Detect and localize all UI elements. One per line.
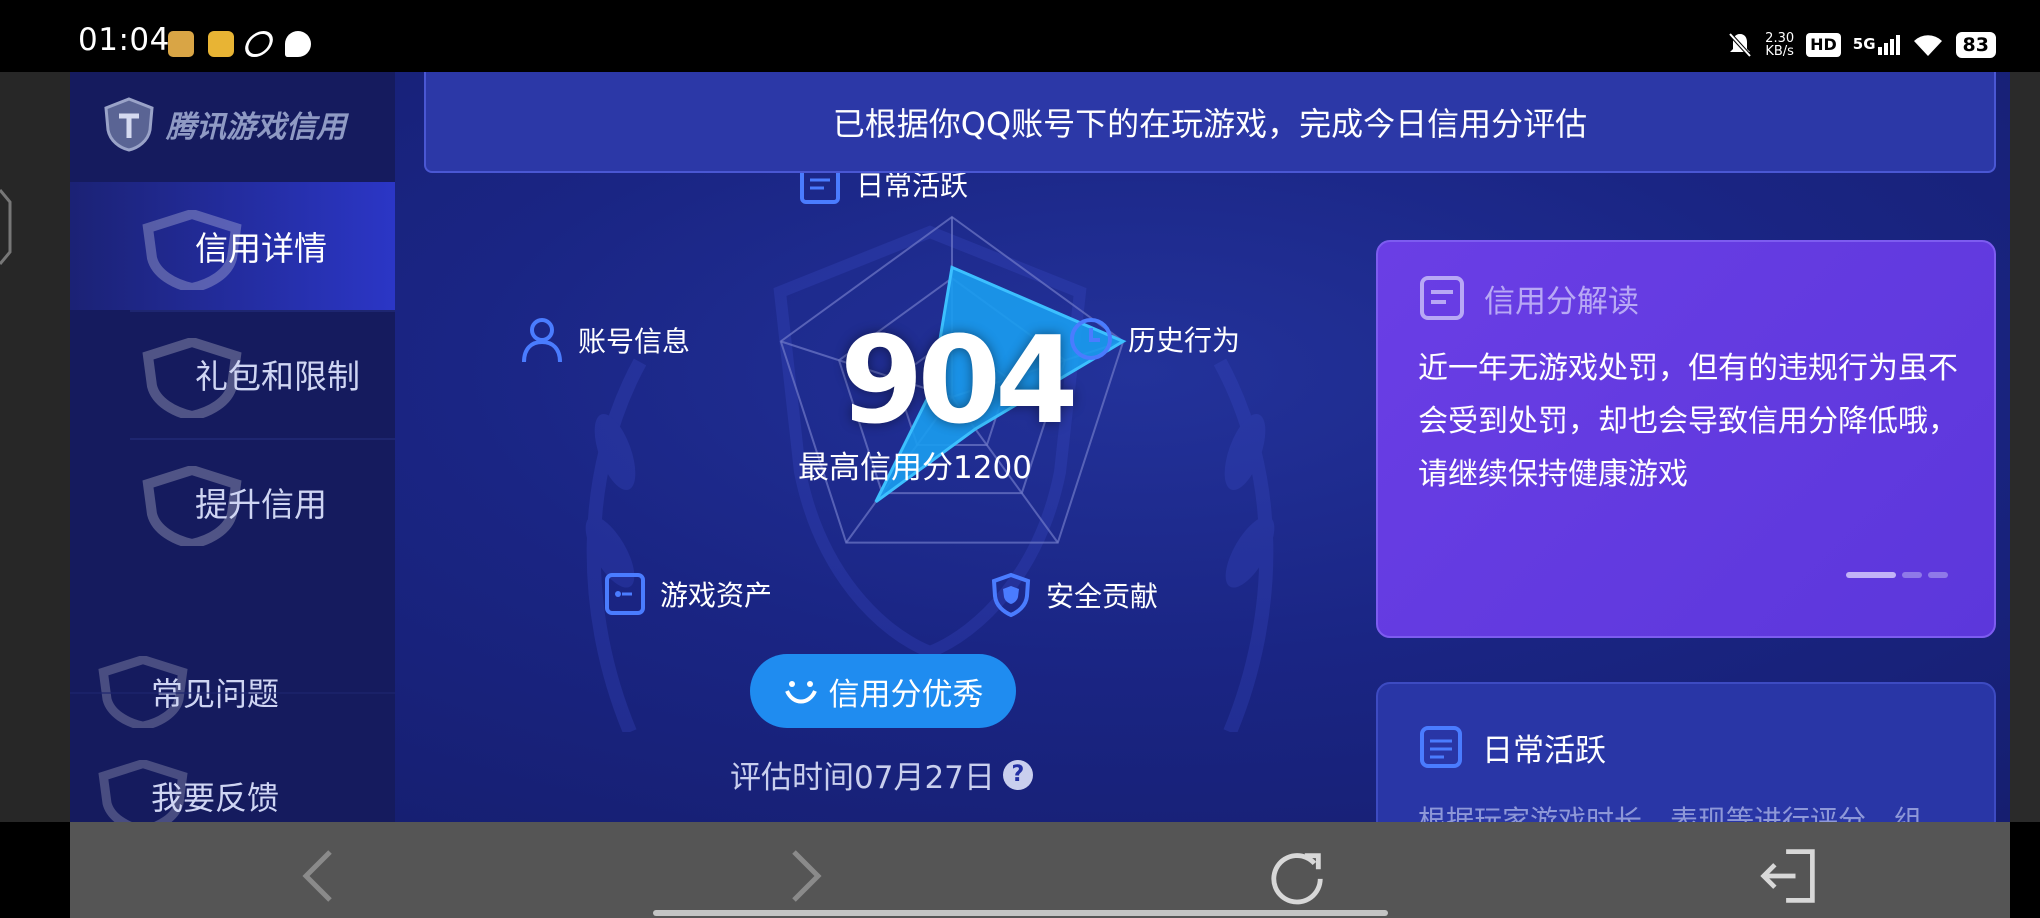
axis-label-text: 账号信息: [578, 325, 691, 358]
daily-active-card[interactable]: 日常活跃 根据玩家游戏时长、表现等进行评分，组: [1376, 682, 1996, 822]
net-speed: 2.30 KB/s: [1765, 31, 1795, 59]
carousel-indicator: [1846, 572, 1948, 578]
axis-history-behavior[interactable]: 历史行为: [1068, 316, 1240, 362]
nav-label: 我要反馈: [151, 779, 280, 817]
axis-game-assets[interactable]: 游戏资产: [604, 572, 772, 616]
exit-icon: [1760, 849, 1815, 903]
shield-icon: [991, 572, 1031, 618]
status-bar: 01:04 2.30 KB/s HD 5G 83: [0, 0, 2040, 72]
back-button[interactable]: [288, 846, 348, 906]
nav-label: 提升信用: [195, 485, 327, 524]
app-notification-icon: [241, 31, 277, 57]
user-icon: [522, 318, 562, 363]
axis-label-text: 游戏资产: [660, 579, 773, 612]
app-content: 腾讯游戏信用 信用详情 礼包和限制 提升信用 常见问题 我要反馈 904 最高信…: [70, 72, 2010, 822]
chevron-left-icon: [302, 850, 332, 902]
axis-account-info[interactable]: 账号信息: [520, 316, 690, 364]
right-edge-strip: [2010, 72, 2040, 822]
nav-feedback[interactable]: 我要反馈: [70, 746, 395, 822]
divider: [70, 692, 395, 694]
carousel-dot: [1928, 572, 1948, 578]
nav-gifts-limits[interactable]: 礼包和限制: [70, 310, 395, 438]
card-header: 信用分解读: [1418, 274, 1639, 322]
logo-text: 腾讯游戏信用: [166, 110, 346, 145]
clock: 01:04: [78, 22, 170, 58]
card-body-text: 根据玩家游戏时长、表现等进行评分，组: [1418, 804, 1923, 822]
credit-score: 904: [840, 312, 1078, 451]
card-title: 信用分解读: [1484, 283, 1639, 320]
forward-button[interactable]: [776, 846, 836, 906]
refresh-icon: [1271, 853, 1323, 905]
carousel-dot: [1902, 572, 1922, 578]
nav-credit-details[interactable]: 信用详情: [70, 182, 395, 310]
shield-logo-icon: [104, 97, 154, 152]
credit-rating-button[interactable]: 信用分优秀: [750, 654, 1016, 728]
rating-label: 信用分优秀: [828, 676, 984, 713]
chevron-right-icon: [792, 850, 822, 902]
score-interpretation-card: 信用分解读 近一年无游戏处罚，但有的违规行为虽不会受到处罚，却也会导致信用分降低…: [1376, 240, 1996, 638]
max-score-label: 最高信用分1200: [798, 450, 1032, 486]
side-handle-icon: [0, 189, 12, 265]
axis-label-text: 历史行为: [1128, 324, 1241, 357]
left-edge-strip: [0, 72, 70, 822]
card-title: 日常活跃: [1482, 732, 1606, 769]
chat-bubble-icon: [285, 31, 311, 57]
evaluation-time: 评估时间07月27日 ?: [730, 752, 1033, 797]
axis-label-text: 安全贡献: [1046, 580, 1159, 613]
hd-badge: HD: [1806, 33, 1841, 57]
nav-improve-credit[interactable]: 提升信用: [70, 438, 395, 566]
help-icon[interactable]: ?: [1002, 759, 1033, 790]
nav-label: 礼包和限制: [195, 357, 360, 396]
refresh-button[interactable]: [1268, 846, 1328, 906]
app-notification-icon: [208, 31, 234, 57]
nav-label: 信用详情: [195, 229, 327, 268]
card-header: 日常活跃: [1418, 724, 1606, 770]
evaluation-time-text: 评估时间07月27日: [730, 760, 995, 796]
assessment-banner: 已根据你QQ账号下的在玩游戏，完成今日信用分评估: [424, 72, 1996, 173]
app-notification-icon: [168, 31, 194, 57]
axis-security-contribution[interactable]: 安全贡献: [990, 572, 1158, 618]
card-body-text: 近一年无游戏处罚，但有的违规行为虽不会受到处罚，却也会导致信用分降低哦，请继续保…: [1418, 351, 1958, 492]
signal-icon: 5G: [1853, 35, 1900, 55]
browser-nav-bar: [70, 822, 2010, 918]
battery-indicator: 83: [1955, 32, 1996, 58]
clock-icon: [1070, 318, 1112, 360]
logo: 腾讯游戏信用: [102, 96, 346, 152]
mute-bell-icon: [1728, 32, 1752, 58]
asset-icon: [605, 573, 645, 615]
wifi-icon: [1913, 35, 1942, 56]
carousel-dot-active: [1846, 572, 1896, 578]
smile-icon: [784, 681, 817, 704]
sidebar: 腾讯游戏信用 信用详情 礼包和限制 提升信用 常见问题 我要反馈: [70, 72, 395, 822]
home-indicator[interactable]: [653, 910, 1388, 916]
exit-button[interactable]: [1758, 846, 1818, 906]
doc-icon: [1420, 276, 1464, 320]
doc-icon: [1420, 726, 1462, 768]
